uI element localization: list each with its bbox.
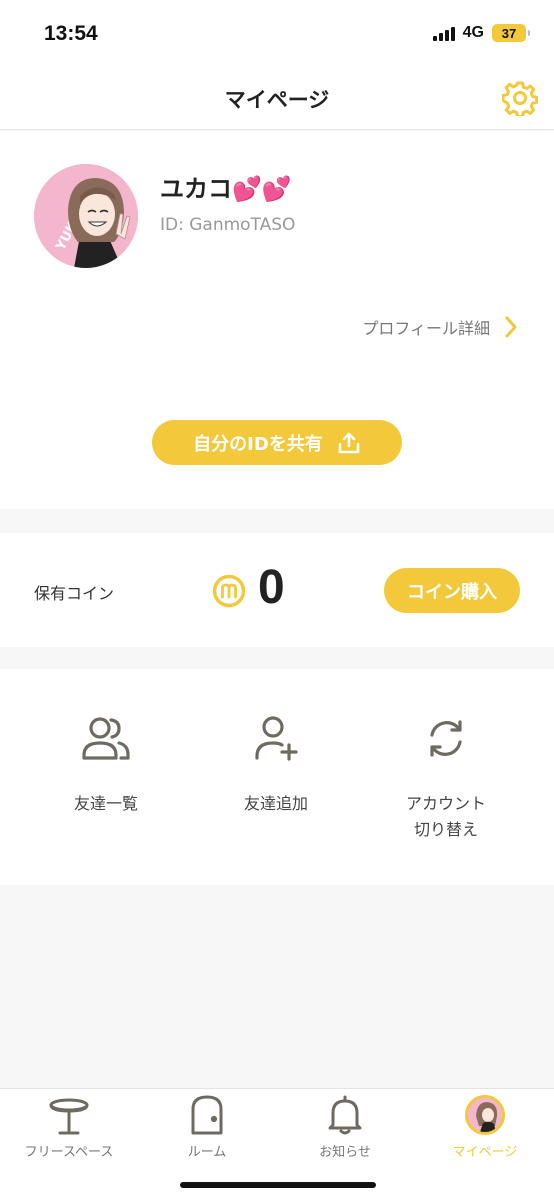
signal-icon (432, 25, 455, 41)
coins-label: 保有コイン (34, 584, 115, 603)
buy-coins-button[interactable]: コイン購入 (384, 568, 520, 613)
tab-free-space-label: フリースペース (24, 1145, 114, 1160)
add-friend-icon (255, 716, 298, 761)
switch-account-line-2: 切り替え (413, 820, 478, 839)
avatar-illustration: YUKACO (34, 164, 138, 268)
tab-room-label: ルーム (187, 1145, 227, 1160)
switch-account-label: アカウント 切り替え (366, 791, 526, 843)
switch-account-icon (430, 720, 462, 757)
coin-icon (212, 574, 246, 608)
coin-count: 0 (258, 561, 285, 614)
profile-section: YUKACO ユカコ💕💕 ID: GanmoTASO プロフィール詳細 自分のI… (0, 131, 554, 509)
add-friend-button[interactable]: 友達追加 (196, 715, 356, 817)
page-title: マイページ (224, 88, 330, 112)
tab-mypage-label: マイページ (452, 1145, 518, 1160)
network-label: 4G (462, 24, 484, 41)
avatar-icon (465, 1095, 505, 1135)
user-id: ID: GanmoTASO (160, 215, 296, 235)
friends-list-label: 友達一覧 (73, 794, 138, 813)
share-id-label: 自分のIDを共有 (193, 433, 323, 455)
status-time: 13:54 (44, 22, 98, 45)
status-bar: 13:54 4G 37 (0, 0, 554, 66)
tab-room[interactable]: ルーム (138, 1095, 276, 1160)
page-header: マイページ (0, 66, 554, 130)
home-indicator (180, 1182, 376, 1188)
profile-detail-label: プロフィール詳細 (362, 319, 490, 338)
tab-mypage[interactable]: マイページ (416, 1095, 554, 1160)
action-grid: 友達一覧 友達追加 アカウント 切り替え (0, 669, 554, 885)
username: ユカコ💕💕 (160, 175, 292, 203)
tab-notifications[interactable]: お知らせ (276, 1095, 414, 1160)
chevron-right-icon (505, 316, 517, 338)
add-friend-label: 友達追加 (243, 794, 308, 813)
avatar[interactable]: YUKACO (34, 164, 138, 268)
friends-list-button[interactable]: 友達一覧 (26, 715, 186, 817)
switch-account-line-1: アカウント (405, 794, 486, 813)
friends-icon (82, 717, 130, 760)
status-indicators: 4G 37 (432, 24, 530, 42)
coin-section: 保有コイン 0 コイン購入 (0, 533, 554, 647)
bell-icon (328, 1095, 362, 1135)
gear-icon[interactable] (502, 80, 538, 116)
share-id-button[interactable]: 自分のIDを共有 (152, 420, 402, 465)
battery-icon: 37 (492, 24, 530, 42)
profile-detail-link[interactable]: プロフィール詳細 (362, 315, 518, 339)
door-icon (191, 1095, 223, 1135)
switch-account-button[interactable]: アカウント 切り替え (366, 715, 526, 843)
table-icon (49, 1098, 89, 1135)
tab-notifications-label: お知らせ (319, 1145, 371, 1160)
share-icon (338, 432, 360, 453)
tab-free-space[interactable]: フリースペース (0, 1095, 138, 1160)
